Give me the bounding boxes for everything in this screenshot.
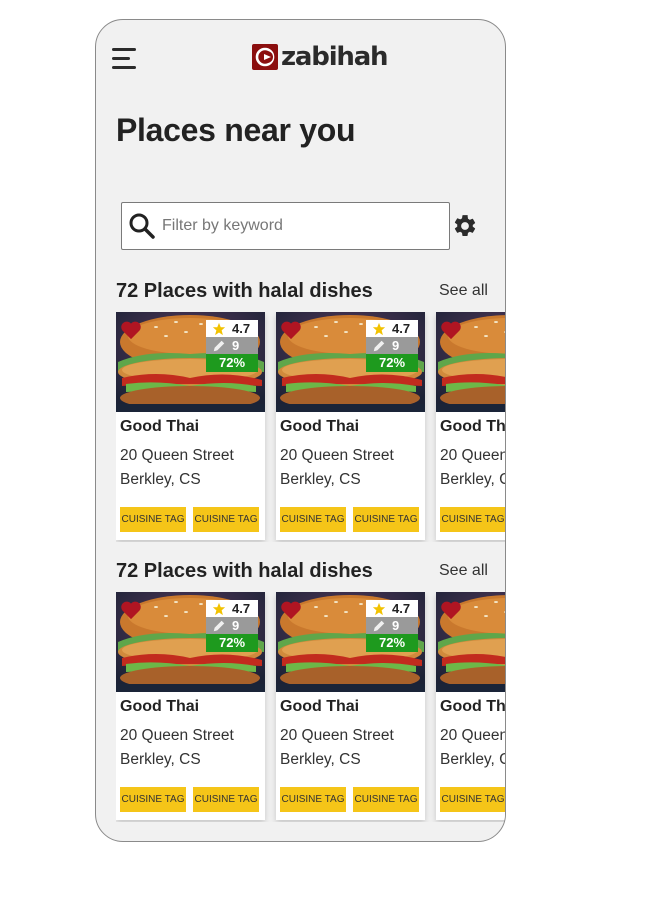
heart-icon[interactable] bbox=[120, 320, 142, 340]
heart-icon[interactable] bbox=[440, 600, 462, 620]
review-count: 9 bbox=[232, 618, 240, 633]
rating-value: 4.7 bbox=[232, 601, 251, 616]
place-address-line2: Berkley, CS bbox=[280, 471, 361, 488]
search-icon bbox=[129, 213, 155, 239]
place-card[interactable]: 4.7 9 72% Good Thai 20 Queen Street Berk… bbox=[276, 312, 425, 540]
see-all-link[interactable]: See all bbox=[439, 562, 488, 580]
cuisine-tag[interactable]: CUISINE TAG bbox=[193, 787, 259, 812]
place-address-line2: Berkley, CS bbox=[120, 751, 201, 768]
place-address-line2: Berkley, CS bbox=[280, 751, 361, 768]
phone-frame: zabihah Places near you 72 Places with h… bbox=[95, 19, 506, 842]
pencil-icon bbox=[213, 340, 225, 351]
halal-percent: 72% bbox=[206, 354, 258, 372]
star-icon bbox=[372, 322, 386, 335]
place-address-line1: 20 Queen Street bbox=[280, 447, 394, 464]
place-address-line1: 20 Queen Street bbox=[280, 727, 394, 744]
search-box[interactable] bbox=[121, 202, 450, 250]
rating-row: 4.7 bbox=[206, 600, 258, 617]
review-count: 9 bbox=[392, 338, 400, 353]
place-address-line1: 20 Queen Street bbox=[120, 727, 234, 744]
place-card[interactable]: 4.7 9 72% Good Thai 20 Queen Street Berk… bbox=[116, 592, 265, 820]
rating-value: 4.7 bbox=[392, 321, 411, 336]
place-address-line2: Berkley, CS bbox=[440, 471, 505, 488]
place-card[interactable]: 4.7 9 72% Good Thai 20 Queen Street Berk… bbox=[116, 312, 265, 540]
halal-percent: 72% bbox=[366, 354, 418, 372]
card-carousel[interactable]: 4.7 9 72% Good Thai 20 Queen Street Berk… bbox=[116, 312, 506, 542]
zabihah-logo-icon bbox=[252, 44, 278, 70]
section-title: 72 Places with halal dishes bbox=[116, 560, 373, 582]
rating-badge: 4.7 9 72% bbox=[366, 320, 418, 372]
star-icon bbox=[372, 602, 386, 615]
heart-icon[interactable] bbox=[440, 320, 462, 340]
rating-badge: 4.7 9 72% bbox=[206, 600, 258, 652]
rating-value: 4.7 bbox=[392, 601, 411, 616]
cuisine-tag[interactable]: CUISINE TAG bbox=[120, 507, 186, 532]
review-count-row: 9 bbox=[206, 617, 258, 634]
see-all-link[interactable]: See all bbox=[439, 282, 488, 300]
heart-icon[interactable] bbox=[280, 600, 302, 620]
search-input[interactable] bbox=[162, 217, 432, 235]
section-title: 72 Places with halal dishes bbox=[116, 280, 373, 302]
cuisine-tag[interactable]: CUISINE TAG bbox=[120, 787, 186, 812]
section-halal-places-2: 72 Places with halal dishes See all 4.7 … bbox=[116, 560, 506, 822]
rating-value: 4.7 bbox=[232, 321, 251, 336]
card-carousel[interactable]: 4.7 9 72% Good Thai 20 Queen Street Berk… bbox=[116, 592, 506, 822]
place-address-line2: Berkley, CS bbox=[440, 751, 505, 768]
place-card[interactable]: 4.7 9 72% Good Thai 20 Queen Street Berk… bbox=[276, 592, 425, 820]
rating-badge: 4.7 9 72% bbox=[366, 600, 418, 652]
logo-text: zabihah bbox=[281, 42, 389, 72]
place-address-line2: Berkley, CS bbox=[120, 471, 201, 488]
place-name: Good Thai bbox=[440, 698, 506, 715]
review-count-row: 9 bbox=[366, 337, 418, 354]
pencil-icon bbox=[373, 340, 385, 351]
place-card[interactable]: 4.7 9 72% Good Thai 20 Queen Street Berk… bbox=[436, 312, 506, 540]
rating-row: 4.7 bbox=[206, 320, 258, 337]
place-name: Good Thai bbox=[280, 698, 360, 715]
cuisine-tag[interactable]: CUISINE TAG bbox=[353, 787, 419, 812]
place-address-line1: 20 Queen Street bbox=[440, 447, 506, 464]
cuisine-tag[interactable]: CUISINE TAG bbox=[280, 507, 346, 532]
halal-percent: 72% bbox=[366, 634, 418, 652]
halal-percent: 72% bbox=[206, 634, 258, 652]
review-count: 9 bbox=[392, 618, 400, 633]
rating-row: 4.7 bbox=[366, 600, 418, 617]
cuisine-tag[interactable]: CUISINE TAG bbox=[193, 507, 259, 532]
place-name: Good Thai bbox=[120, 418, 200, 435]
rating-badge: 4.7 9 72% bbox=[206, 320, 258, 372]
cuisine-tag[interactable]: CUISINE TAG bbox=[353, 507, 419, 532]
star-icon bbox=[212, 602, 226, 615]
star-icon bbox=[212, 322, 226, 335]
place-name: Good Thai bbox=[280, 418, 360, 435]
review-count-row: 9 bbox=[366, 617, 418, 634]
place-name: Good Thai bbox=[120, 698, 200, 715]
heart-icon[interactable] bbox=[280, 320, 302, 340]
cuisine-tag[interactable]: CUISINE TAG bbox=[440, 507, 505, 532]
hamburger-menu-icon[interactable] bbox=[112, 48, 140, 72]
place-address-line1: 20 Queen Street bbox=[440, 727, 506, 744]
place-address-line1: 20 Queen Street bbox=[120, 447, 234, 464]
pencil-icon bbox=[213, 620, 225, 631]
page-title: Places near you bbox=[116, 112, 356, 148]
place-name: Good Thai bbox=[440, 418, 506, 435]
heart-icon[interactable] bbox=[120, 600, 142, 620]
rating-row: 4.7 bbox=[366, 320, 418, 337]
review-count: 9 bbox=[232, 338, 240, 353]
gear-icon[interactable] bbox=[452, 213, 478, 239]
place-card[interactable]: 4.7 9 72% Good Thai 20 Queen Street Berk… bbox=[436, 592, 506, 820]
section-halal-places-1: 72 Places with halal dishes See all 4.7 … bbox=[116, 280, 506, 542]
cuisine-tag[interactable]: CUISINE TAG bbox=[280, 787, 346, 812]
review-count-row: 9 bbox=[206, 337, 258, 354]
logo[interactable]: zabihah bbox=[252, 42, 389, 72]
pencil-icon bbox=[373, 620, 385, 631]
cuisine-tag[interactable]: CUISINE TAG bbox=[440, 787, 505, 812]
